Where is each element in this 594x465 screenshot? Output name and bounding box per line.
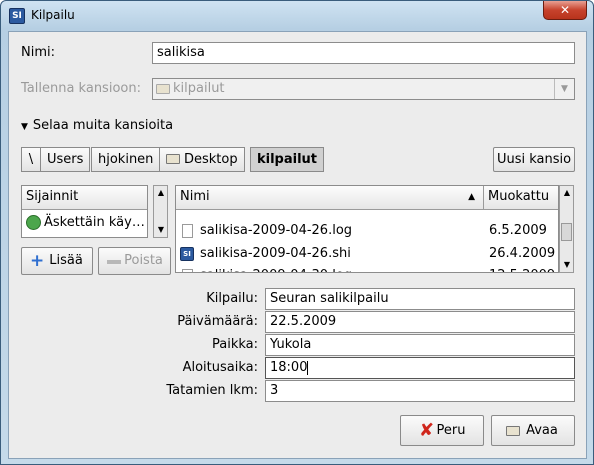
place-label: Paikka: — [211, 337, 258, 352]
path-button-users[interactable]: Users — [40, 147, 91, 172]
scroll-up-icon[interactable]: ▲ — [156, 188, 166, 198]
path-button-kilpailut[interactable]: kilpailut — [250, 147, 325, 172]
file-icon — [182, 269, 193, 272]
close-button[interactable]: ✕ — [543, 1, 587, 20]
file-modified: 26.4.2009 — [489, 246, 556, 261]
file-list-scrollbar[interactable]: ▲ ▼ — [559, 185, 574, 273]
place-input[interactable]: Yukola — [265, 334, 575, 356]
file-row[interactable]: salikisa-2009-04-30.log 12.5.2009 — [176, 265, 558, 272]
date-label: Päivämäärä: — [177, 314, 258, 329]
folder-open-icon — [506, 426, 520, 436]
mats-count-input[interactable]: 3 — [265, 380, 575, 402]
remove-place-label: Poista — [124, 253, 163, 268]
save-folder-label: Tallenna kansioon: — [21, 81, 141, 96]
sort-ascending-icon: ▲ — [468, 192, 475, 202]
browse-folders-expander[interactable]: ▼ Selaa muita kansioita — [21, 118, 173, 133]
file-row[interactable]: salikisa-2009-04-26.log 6.5.2009 — [176, 220, 558, 242]
file-icon — [182, 224, 193, 238]
minus-icon — [107, 260, 121, 264]
places-header[interactable]: Sijainnit — [22, 186, 147, 210]
cancel-button[interactable]: ✘ Peru — [400, 415, 484, 446]
expander-arrow-icon: ▼ — [21, 122, 28, 132]
places-item-recent[interactable]: Äskettäin käy… — [22, 212, 147, 234]
file-modified: 12.5.2009 — [489, 265, 555, 272]
name-input[interactable]: salikisa — [152, 42, 575, 64]
date-input[interactable]: 22.5.2009 — [265, 311, 575, 333]
new-folder-button[interactable]: Uusi kansio — [493, 147, 575, 172]
mats-count-label: Tatamien lkm: — [166, 383, 258, 398]
browse-folders-label: Selaa muita kansioita — [32, 118, 174, 133]
start-time-value: 18:00 — [270, 360, 308, 375]
remove-place-button: Poista — [98, 247, 171, 275]
scroll-down-icon[interactable]: ▼ — [562, 260, 572, 270]
text-cursor — [307, 360, 309, 375]
path-button-root[interactable]: \ — [21, 147, 41, 172]
places-scrollbar[interactable]: ▲ ▼ — [153, 185, 168, 238]
save-folder-value: kilpailut — [173, 81, 225, 96]
scroll-down-icon[interactable]: ▼ — [156, 225, 166, 235]
file-list-panel: Nimi ▲ Muokattu salikisa-2009-04-26.log … — [175, 185, 559, 273]
save-folder-combo: kilpailut ▼ — [152, 78, 575, 100]
start-time-label: Aloitusaika: — [182, 360, 258, 375]
dialog-body: Nimi: salikisa Tallenna kansioon: kilpai… — [8, 31, 587, 459]
shi-file-icon: SI — [180, 247, 194, 261]
start-time-input[interactable]: 18:00 — [265, 357, 575, 379]
column-header-name[interactable]: Nimi ▲ — [176, 186, 484, 210]
file-name: salikisa-2009-04-30.log — [200, 265, 352, 272]
name-label: Nimi: — [21, 45, 55, 60]
file-name: salikisa-2009-04-26.shi — [200, 246, 351, 261]
folder-icon — [166, 154, 180, 164]
add-place-button[interactable]: + Lisää — [21, 247, 93, 275]
file-row[interactable]: SI salikisa-2009-04-26.shi 26.4.2009 — [176, 243, 558, 265]
cancel-label: Peru — [436, 423, 466, 438]
folder-icon — [156, 84, 170, 94]
column-name-label: Nimi — [180, 189, 210, 204]
clock-icon — [26, 215, 41, 230]
file-modified: 6.5.2009 — [489, 223, 547, 238]
places-item-label: Äskettäin käy… — [44, 215, 145, 230]
open-label: Avaa — [526, 423, 558, 438]
path-button-desktop-label: Desktop — [184, 152, 238, 167]
competition-input[interactable]: Seuran salikilpailu — [265, 288, 575, 310]
red-x-icon: ✘ — [419, 420, 435, 441]
chevron-down-icon: ▼ — [554, 79, 574, 99]
places-panel: Sijainnit Äskettäin käy… — [21, 185, 148, 238]
app-icon: SI — [9, 8, 25, 24]
file-name: salikisa-2009-04-26.log — [200, 223, 353, 238]
open-button[interactable]: Avaa — [491, 415, 575, 446]
path-button-desktop[interactable]: Desktop — [159, 147, 245, 172]
column-header-modified[interactable]: Muokattu — [484, 186, 558, 210]
title-bar[interactable]: SI Kilpailu ✕ — [1, 1, 593, 31]
path-button-hjokinen[interactable]: hjokinen — [91, 147, 161, 172]
add-place-label: Lisää — [49, 253, 83, 268]
window-title: Kilpailu — [31, 8, 75, 22]
dialog-window: SI Kilpailu ✕ Nimi: salikisa Tallenna ka… — [0, 0, 594, 465]
plus-icon: + — [30, 251, 45, 271]
scroll-up-icon[interactable]: ▲ — [562, 188, 572, 198]
scroll-thumb[interactable] — [561, 223, 572, 241]
competition-label: Kilpailu: — [206, 291, 258, 306]
